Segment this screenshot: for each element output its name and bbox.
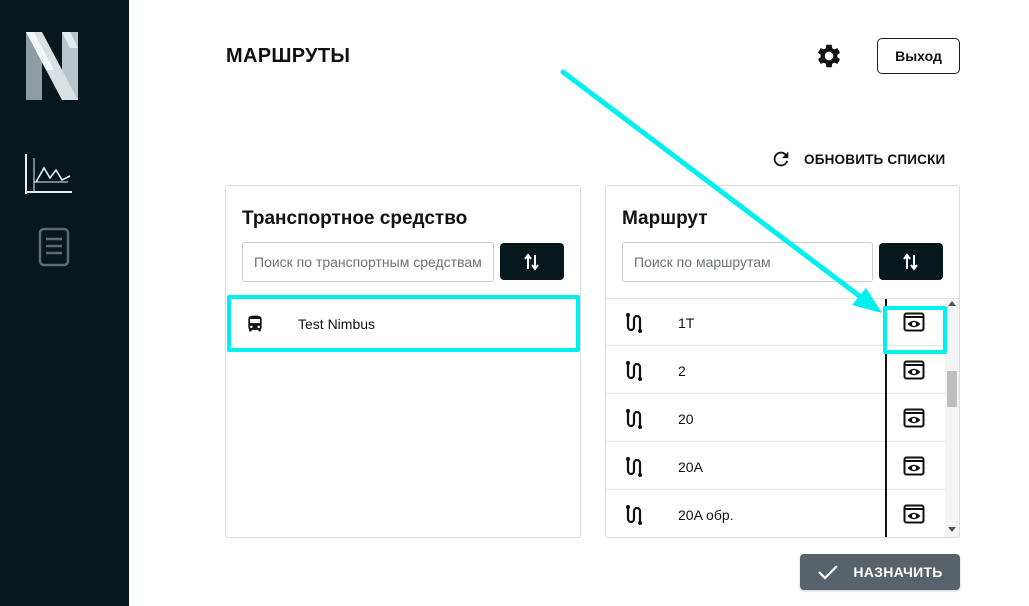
assign-button[interactable]: НАЗНАЧИТЬ: [800, 554, 960, 590]
vehicles-panel: Транспортное средство Test Nimbus: [225, 185, 581, 538]
row-divider: [885, 346, 887, 394]
route-icon: [626, 409, 642, 429]
gear-icon[interactable]: [815, 42, 843, 70]
route-name: 20A: [678, 459, 703, 475]
row-divider: [885, 490, 887, 537]
route-list-item[interactable]: 2: [606, 346, 946, 394]
chart-icon[interactable]: [24, 152, 74, 196]
vehicle-name: Test Nimbus: [298, 316, 376, 332]
route-sort-button[interactable]: [879, 243, 943, 280]
route-icon: [626, 313, 642, 333]
route-icon: [626, 505, 642, 525]
route-name: 2: [678, 363, 686, 379]
route-name: 20A обр.: [678, 507, 734, 523]
route-search-input[interactable]: [622, 242, 873, 282]
scroll-thumb[interactable]: [947, 371, 957, 407]
route-list-item[interactable]: 1T: [606, 299, 946, 346]
route-icon: [626, 361, 642, 381]
sidebar: [0, 0, 129, 606]
routes-panel-title: Маршрут: [622, 208, 708, 229]
scroll-up-arrow-icon[interactable]: [948, 301, 956, 306]
nimbus-logo: [26, 32, 78, 100]
row-divider: [885, 299, 887, 346]
routes-panel: Маршрут 1T 2 20: [605, 185, 960, 538]
row-divider: [885, 394, 887, 442]
check-icon: [818, 565, 839, 580]
refresh-lists-label: ОБНОВИТЬ СПИСКИ: [804, 151, 946, 167]
vehicles-panel-title: Транспортное средство: [242, 208, 468, 229]
route-icon: [626, 457, 642, 477]
eye-icon[interactable]: [903, 312, 925, 332]
scroll-down-arrow-icon[interactable]: [948, 527, 956, 532]
page-title: МАРШРУТЫ: [226, 45, 351, 67]
assign-button-label: НАЗНАЧИТЬ: [853, 564, 943, 580]
eye-icon[interactable]: [903, 360, 925, 380]
route-name: 1T: [678, 315, 695, 331]
eye-icon[interactable]: [903, 408, 925, 428]
route-list: 1T 2 20 20A 20A обр.: [606, 298, 959, 537]
vehicle-sort-button[interactable]: [500, 243, 564, 280]
row-divider: [885, 442, 887, 490]
exit-button[interactable]: Выход: [877, 38, 960, 74]
route-name: 20: [678, 411, 694, 427]
bus-icon: [248, 315, 262, 332]
vehicle-list-item[interactable]: Test Nimbus: [226, 296, 580, 352]
sort-arrows-icon: [524, 252, 539, 271]
route-list-item[interactable]: 20A обр.: [606, 490, 946, 537]
eye-icon[interactable]: [903, 456, 925, 476]
eye-icon[interactable]: [903, 504, 925, 524]
route-list-scrollbar[interactable]: [945, 299, 959, 537]
document-icon[interactable]: [38, 227, 70, 267]
route-list-item[interactable]: 20A: [606, 442, 946, 490]
vehicle-search-input[interactable]: [242, 242, 494, 282]
refresh-lists-button[interactable]: ОБНОВИТЬ СПИСКИ: [770, 147, 945, 171]
route-list-item[interactable]: 20: [606, 394, 946, 442]
sort-arrows-icon: [903, 252, 918, 271]
app-root: МАРШРУТЫ Выход ОБНОВИТЬ СПИСКИ Транспорт…: [0, 0, 1029, 606]
refresh-icon: [773, 151, 789, 167]
